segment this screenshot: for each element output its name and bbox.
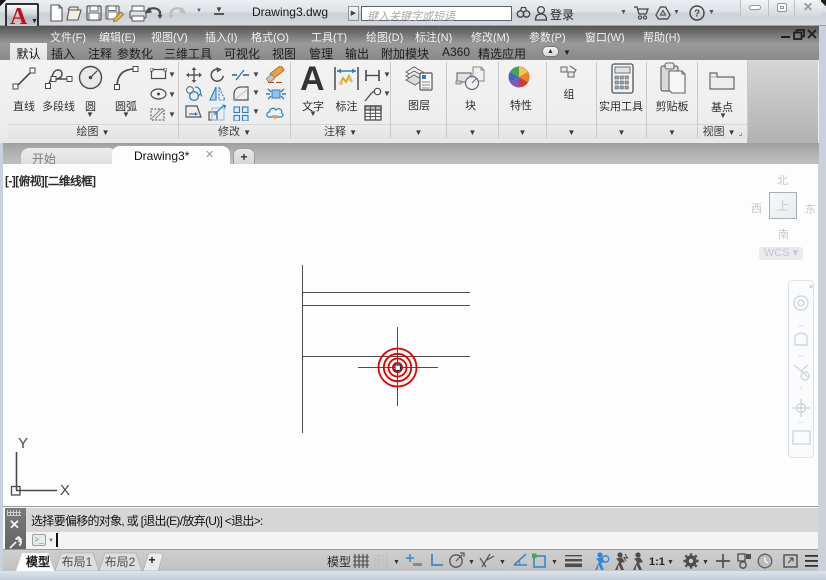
svg-text:X: X: [60, 482, 70, 499]
svg-text:▼: ▼: [468, 559, 475, 566]
svg-text:▼: ▼: [499, 559, 506, 566]
svg-text:1:1: 1:1: [649, 556, 665, 568]
svg-text:▼: ▼: [667, 559, 674, 566]
svg-text:▼: ▼: [393, 559, 400, 566]
svg-text:Y: Y: [18, 435, 28, 452]
svg-text:▼: ▼: [702, 559, 709, 566]
svg-text:▼: ▼: [551, 559, 558, 566]
svg-text:?: ?: [694, 9, 700, 20]
